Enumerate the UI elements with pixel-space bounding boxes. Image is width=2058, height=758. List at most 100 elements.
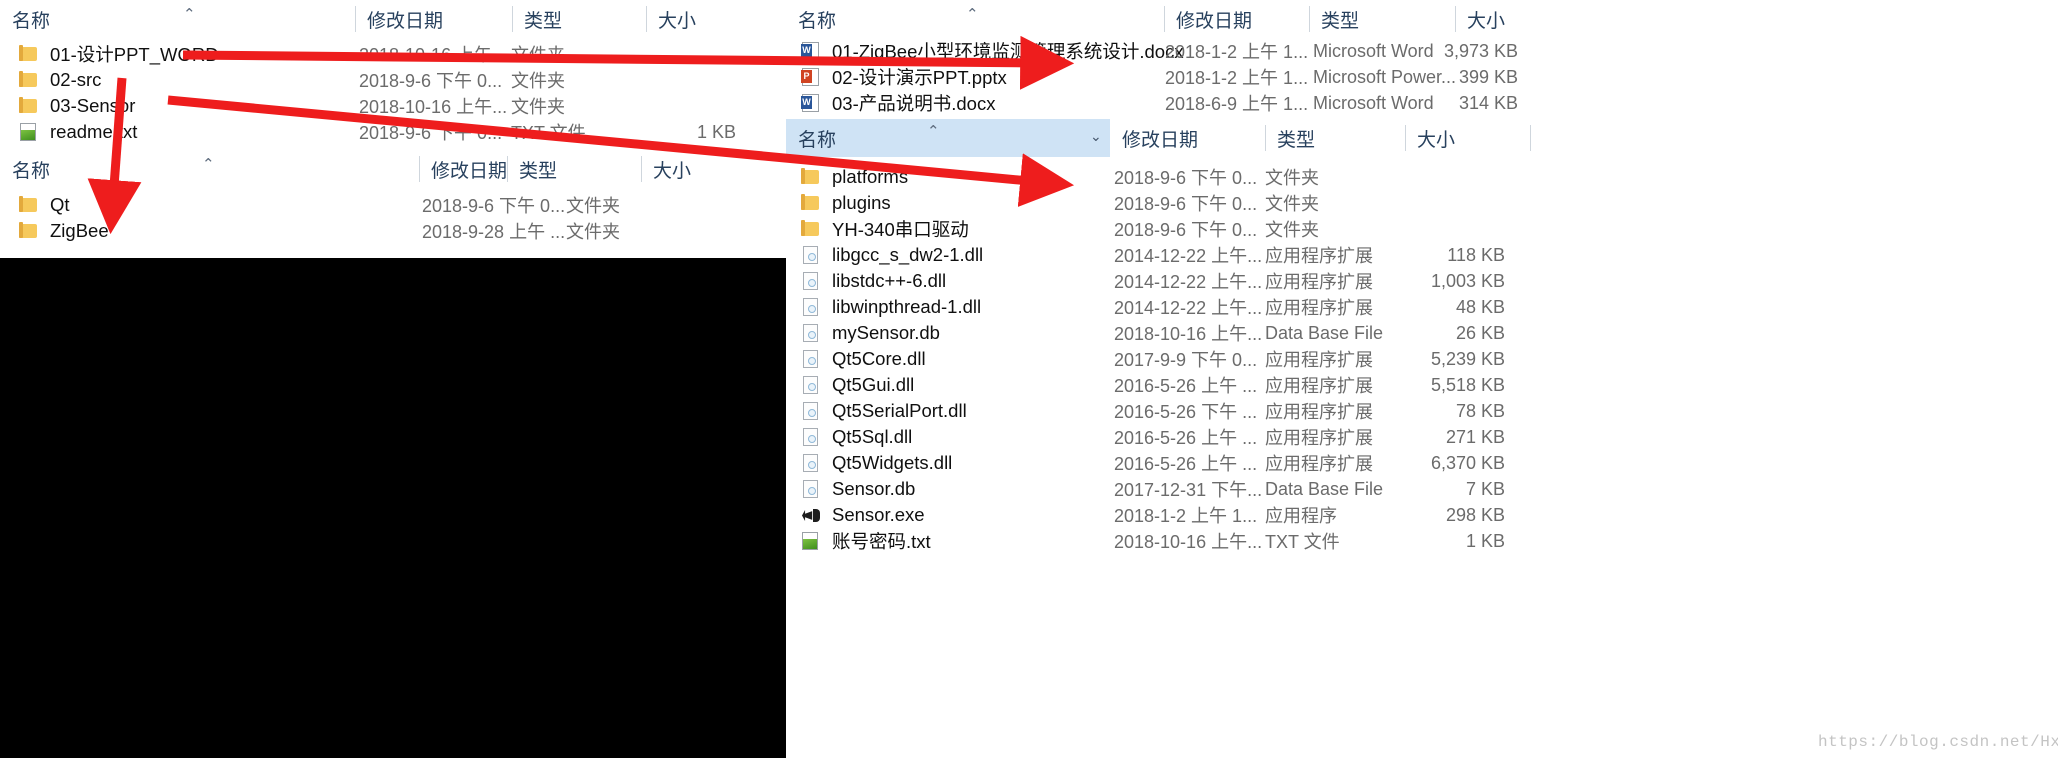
list-item[interactable]: mySensor.db 2018-10-16 上午... Data Base F… [800, 320, 2050, 346]
column-header-type[interactable]: 类型 [1265, 119, 1405, 157]
column-header-type[interactable]: 类型 [1309, 0, 1455, 38]
list-item[interactable]: Qt5Sql.dll 2016-5-26 上午 ... 应用程序扩展 271 K… [800, 424, 2050, 450]
file-name-cell[interactable]: Qt5SerialPort.dll [800, 400, 967, 422]
type-cell: 应用程序扩展 [1265, 402, 1373, 422]
modified-date-cell: 2016-5-26 上午 ... [1114, 376, 1258, 396]
column-header-name-label: 名称 [798, 129, 837, 151]
list-item[interactable]: 01-设计PPT_WORD 2018-10-16 上午... 文件夹 [18, 41, 778, 67]
column-header-name[interactable]: 名称 ⌃ [786, 119, 1086, 157]
powerpoint-file-icon [800, 67, 822, 87]
file-name-cell[interactable]: 01-设计PPT_WORD [18, 41, 219, 67]
file-name-cell[interactable]: 03-Sensor [18, 95, 135, 117]
list-item[interactable]: readme.txt 2018-9-6 下午 0... TXT 文件 1 KB [18, 119, 778, 145]
left-bottom-list-header[interactable]: 名称 ⌃ 修改日期 类型 大小 [0, 150, 786, 188]
modified-date-cell: 2014-12-22 上午... [1114, 298, 1263, 318]
column-header-type[interactable]: 类型 [507, 150, 641, 188]
list-item[interactable]: Qt5Widgets.dll 2016-5-26 上午 ... 应用程序扩展 6… [800, 450, 2050, 476]
list-item[interactable]: 01-ZigBee小型环境监测管理系统设计.docx 2018-1-2 上午 1… [800, 38, 2050, 64]
file-name-cell[interactable]: libwinpthread-1.dll [800, 296, 981, 318]
file-name-cell[interactable]: Sensor.exe [800, 504, 925, 526]
name-column-dropdown-button[interactable]: ⌄ [1086, 119, 1110, 157]
column-header-extra[interactable] [1530, 119, 1590, 157]
size-cell: 78 KB [1455, 400, 1505, 421]
file-name-cell[interactable]: mySensor.db [800, 322, 940, 344]
list-item[interactable]: Sensor.exe 2018-1-2 上午 1... 应用程序 298 KB [800, 502, 2050, 528]
list-item[interactable]: libwinpthread-1.dll 2014-12-22 上午... 应用程… [800, 294, 2050, 320]
file-name-cell[interactable]: 02-设计演示PPT.pptx [800, 64, 1007, 90]
list-item[interactable]: YH-340串口驱动 2018-9-6 下午 0... 文件夹 [800, 216, 2050, 242]
left-top-list-header[interactable]: 名称 ⌃ 修改日期 类型 大小 [0, 0, 786, 38]
file-name-cell[interactable]: Sensor.db [800, 478, 915, 500]
type-cell: Data Base File [1265, 322, 1384, 343]
list-item[interactable]: Qt5Gui.dll 2016-5-26 上午 ... 应用程序扩展 5,518… [800, 372, 2050, 398]
dll-file-icon [800, 271, 822, 291]
column-header-name[interactable]: 名称 ⌃ [0, 0, 355, 38]
right-explorer-panel: 名称 ⌃ 修改日期 类型 大小 01-ZigBee小型环境监测管理系统设计.do… [786, 0, 2058, 758]
list-item[interactable]: Qt 2018-9-6 下午 0... 文件夹 [18, 192, 778, 218]
list-item[interactable]: 02-设计演示PPT.pptx 2018-1-2 上午 1... Microso… [800, 64, 2050, 90]
list-item[interactable]: platforms 2018-9-6 下午 0... 文件夹 [800, 164, 2050, 190]
list-item[interactable]: 03-Sensor 2018-10-16 上午... 文件夹 [18, 93, 778, 119]
folder-icon [18, 44, 40, 64]
column-header-size[interactable]: 大小 [1405, 119, 1530, 157]
list-item[interactable]: libstdc++-6.dll 2014-12-22 上午... 应用程序扩展 … [800, 268, 2050, 294]
column-header-modified[interactable]: 修改日期 [355, 0, 512, 38]
modified-date-cell: 2018-9-6 下午 0... [1114, 194, 1258, 214]
list-item[interactable]: 03-产品说明书.docx 2018-6-9 上午 1... Microsoft… [800, 90, 2050, 116]
right-top-list-header[interactable]: 名称 ⌃ 修改日期 类型 大小 [786, 0, 2058, 38]
file-name-cell[interactable]: plugins [800, 192, 891, 214]
file-name-cell[interactable]: libgcc_s_dw2-1.dll [800, 244, 983, 266]
file-name-cell[interactable]: 02-src [18, 69, 101, 91]
list-item[interactable]: 账号密码.txt 2018-10-16 上午... TXT 文件 1 KB [800, 528, 2050, 554]
list-item[interactable]: 02-src 2018-9-6 下午 0... 文件夹 [18, 67, 778, 93]
file-name-cell[interactable]: Qt5Sql.dll [800, 426, 912, 448]
file-name-label: libgcc_s_dw2-1.dll [832, 244, 984, 265]
column-header-size[interactable]: 大小 [1455, 0, 1580, 38]
file-name-cell[interactable]: 账号密码.txt [800, 528, 931, 554]
file-name-cell[interactable]: platforms [800, 166, 908, 188]
file-name-label: Qt5Sql.dll [832, 426, 913, 447]
column-header-size[interactable]: 大小 [641, 150, 751, 188]
list-item[interactable]: Sensor.db 2017-12-31 下午... Data Base Fil… [800, 476, 2050, 502]
column-header-name[interactable]: 名称 ⌃ [786, 0, 1164, 38]
column-header-size[interactable]: 大小 [646, 0, 756, 38]
modified-date-cell: 2018-9-6 下午 0... [422, 196, 566, 216]
list-item[interactable]: Qt5Core.dll 2017-9-9 下午 0... 应用程序扩展 5,23… [800, 346, 2050, 372]
file-name-label: 03-Sensor [50, 95, 136, 116]
folder-icon [18, 195, 40, 215]
file-name-label: Qt5Core.dll [832, 348, 926, 369]
type-cell: 文件夹 [1265, 220, 1319, 240]
dll-file-icon [800, 245, 822, 265]
column-header-name[interactable]: 名称 ⌃ [0, 150, 419, 188]
txt-file-icon [18, 122, 40, 142]
file-name-cell[interactable]: Qt5Core.dll [800, 348, 926, 370]
modified-date-cell: 2016-5-26 上午 ... [1114, 428, 1258, 448]
right-bottom-list-header[interactable]: 名称 ⌃ ⌄ 修改日期 类型 大小 [786, 119, 2058, 157]
file-name-cell[interactable]: ZigBee [18, 220, 109, 242]
list-item[interactable]: Qt5SerialPort.dll 2016-5-26 下午 ... 应用程序扩… [800, 398, 2050, 424]
list-item[interactable]: ZigBee 2018-9-28 上午 ... 文件夹 [18, 218, 778, 244]
file-name-cell[interactable]: 01-ZigBee小型环境监测管理系统设计.docx [800, 38, 1184, 64]
file-name-cell[interactable]: Qt [18, 194, 70, 216]
list-item[interactable]: libgcc_s_dw2-1.dll 2014-12-22 上午... 应用程序… [800, 242, 2050, 268]
type-cell: 文件夹 [1265, 168, 1319, 188]
file-name-cell[interactable]: readme.txt [18, 121, 137, 143]
folder-icon [18, 221, 40, 241]
type-cell: Data Base File [1265, 478, 1384, 499]
file-name-cell[interactable]: Qt5Widgets.dll [800, 452, 952, 474]
column-header-modified[interactable]: 修改日期 [1164, 0, 1309, 38]
file-name-cell[interactable]: YH-340串口驱动 [800, 216, 969, 242]
file-name-cell[interactable]: 03-产品说明书.docx [800, 90, 995, 116]
file-name-cell[interactable]: libstdc++-6.dll [800, 270, 946, 292]
column-header-type[interactable]: 类型 [512, 0, 646, 38]
type-cell: 文件夹 [511, 97, 565, 117]
size-cell: 1 KB [1465, 530, 1505, 551]
list-item[interactable]: plugins 2018-9-6 下午 0... 文件夹 [800, 190, 2050, 216]
file-name-label: mySensor.db [832, 322, 940, 343]
word-file-icon [800, 41, 822, 61]
modified-date-cell: 2018-9-28 上午 ... [422, 222, 566, 242]
column-header-modified[interactable]: 修改日期 [1110, 119, 1265, 157]
file-name-cell[interactable]: Qt5Gui.dll [800, 374, 914, 396]
size-cell: 7 KB [1465, 478, 1505, 499]
column-header-modified[interactable]: 修改日期 [419, 150, 507, 188]
